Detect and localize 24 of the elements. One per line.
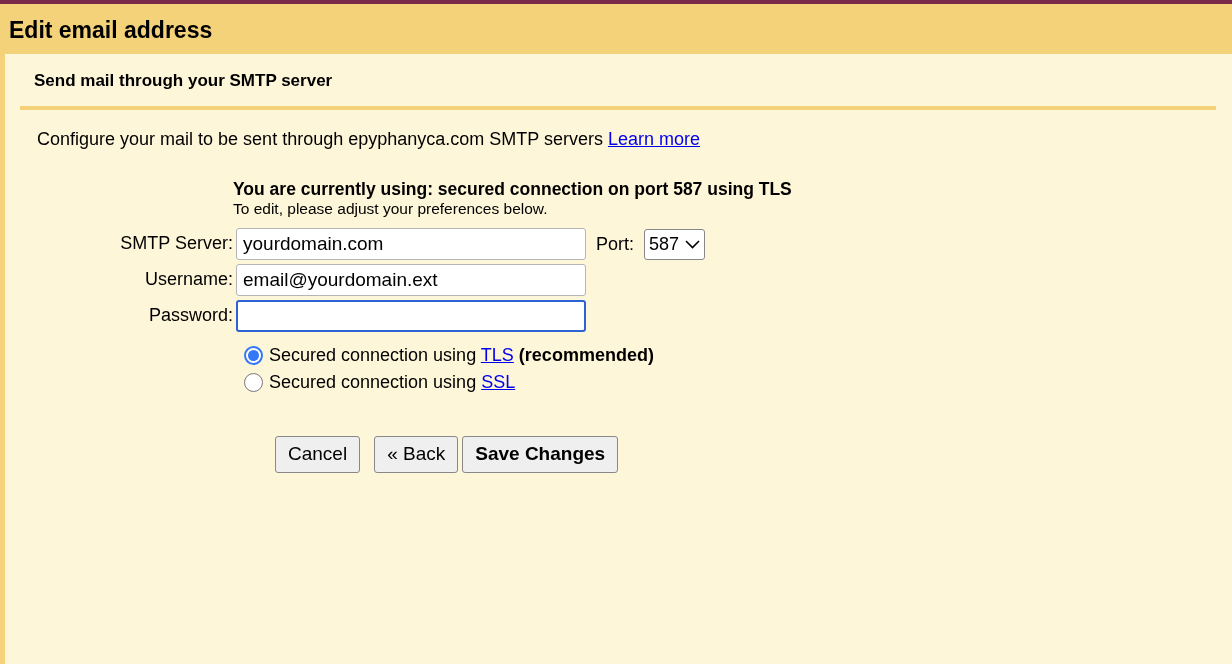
- ssl-link[interactable]: SSL: [481, 372, 516, 393]
- back-button[interactable]: « Back: [374, 436, 459, 473]
- radio-label: Secured connection using SSL: [269, 371, 516, 395]
- learn-more-link[interactable]: Learn more: [607, 128, 700, 149]
- field-label: Password:: [147, 304, 233, 328]
- window-title: Edit email address: [0, 4, 1232, 55]
- intro-text: Configure your mail to be sent through epyphanyca.com SMTP servers Learn more: [36, 127, 701, 151]
- status-headline: You are currently using: secured connection on port 587 using TLS: [233, 178, 793, 200]
- save-button[interactable]: Save Changes: [462, 436, 619, 473]
- section-title: Send mail through your SMTP server: [20, 54, 1216, 110]
- port-dropdown[interactable]: 587: [644, 228, 706, 260]
- input-field[interactable]: email@yourdomain.ext: [236, 264, 586, 297]
- radio-button[interactable]: [244, 373, 263, 393]
- port-label: Port:: [596, 232, 634, 256]
- chevron-down-icon: [685, 239, 701, 249]
- cancel-button[interactable]: Cancel: [275, 436, 361, 473]
- input-field[interactable]: yourdomain.com: [236, 228, 586, 261]
- tls-link[interactable]: TLS: [480, 345, 514, 366]
- status-hint: To edit, please adjust your preferences below.: [233, 199, 549, 219]
- field-label: Username:: [143, 268, 233, 292]
- input-field[interactable]: [236, 300, 586, 333]
- radio-label: Secured connection using TLS (recommended): [269, 344, 654, 368]
- radio-button[interactable]: [244, 346, 263, 366]
- field-label: SMTP Server:: [119, 232, 233, 256]
